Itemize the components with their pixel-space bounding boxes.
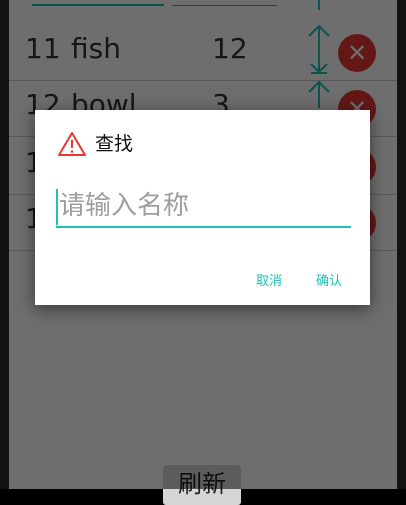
confirm-button[interactable]: 确认 bbox=[316, 270, 342, 289]
search-dialog: 查找 请输入名称 取消 确认 bbox=[35, 110, 370, 305]
cancel-button[interactable]: 取消 bbox=[256, 270, 282, 289]
text-cursor bbox=[56, 189, 58, 225]
dialog-title: 查找 bbox=[95, 133, 134, 155]
search-input-placeholder: 请输入名称 bbox=[59, 191, 190, 221]
name-search-input[interactable]: 请输入名称 bbox=[56, 186, 351, 228]
warning-icon bbox=[58, 132, 86, 156]
